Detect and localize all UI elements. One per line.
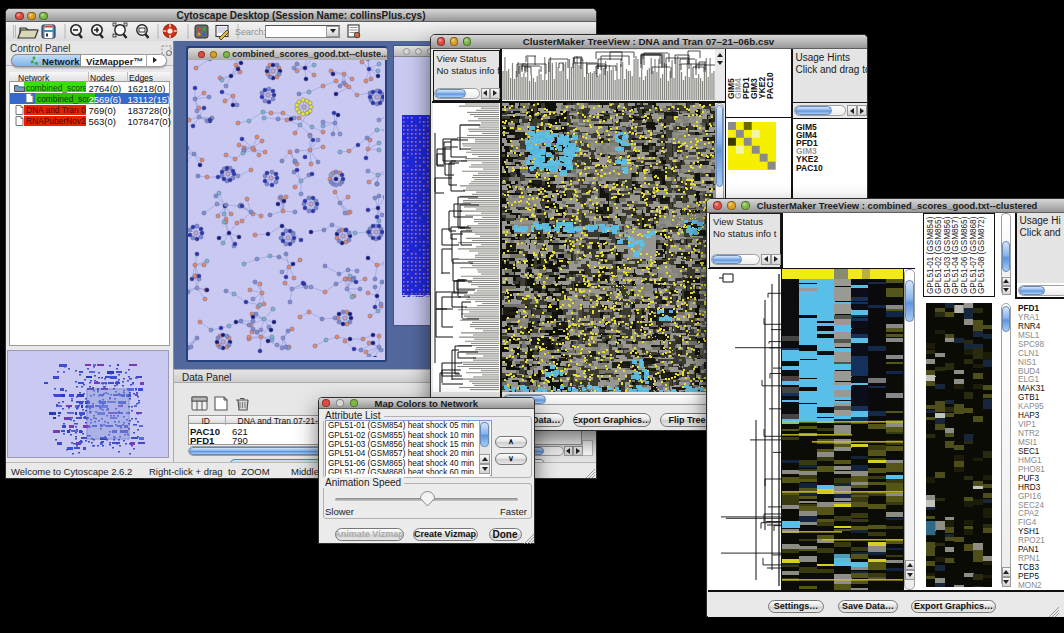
svg-text:ELG1: ELG1: [1018, 375, 1039, 384]
svg-text:GTB1: GTB1: [1018, 393, 1040, 402]
svg-text:NTR2: NTR2: [1018, 429, 1040, 438]
svg-text:PAC10: PAC10: [765, 72, 775, 99]
svg-text:MON2: MON2: [1018, 581, 1042, 590]
svg-text:YRA1: YRA1: [1018, 313, 1040, 322]
svg-text:PAC10: PAC10: [796, 162, 823, 172]
svg-text:VIP1: VIP1: [1018, 420, 1036, 429]
svg-text:SPC98: SPC98: [1018, 340, 1044, 349]
svg-text:GPI16: GPI16: [1018, 492, 1042, 501]
svg-text:BUD4: BUD4: [1018, 367, 1040, 376]
svg-text:TCB3: TCB3: [1018, 563, 1039, 572]
svg-text:PEP5: PEP5: [1018, 572, 1039, 581]
svg-text:HRD3: HRD3: [1018, 483, 1041, 492]
svg-text:PHO81: PHO81: [1018, 465, 1045, 474]
svg-text:HAP3: HAP3: [1018, 411, 1040, 420]
svg-text:RPN1: RPN1: [1018, 554, 1040, 563]
svg-text:RPO21: RPO21: [1018, 536, 1045, 545]
svg-text:CLN1: CLN1: [1018, 349, 1039, 358]
svg-text:YSH1: YSH1: [1018, 527, 1040, 536]
svg-text:FIG4: FIG4: [1018, 518, 1037, 527]
svg-text:SEC1: SEC1: [1018, 447, 1040, 456]
svg-text:RNR4: RNR4: [1018, 322, 1041, 331]
svg-text:HMG1: HMG1: [1018, 456, 1042, 465]
svg-text:PUF3: PUF3: [1018, 474, 1039, 483]
svg-text:GPL51-08 (GSM872): GPL51-08 (GSM872): [977, 216, 986, 294]
svg-text:PFD1: PFD1: [1018, 304, 1039, 313]
svg-text:PAN1: PAN1: [1018, 545, 1039, 554]
svg-text:NIS1: NIS1: [1018, 358, 1037, 367]
svg-text:MAK31: MAK31: [1018, 384, 1045, 393]
svg-text:KAP95: KAP95: [1018, 402, 1044, 411]
svg-text:MSI1: MSI1: [1018, 438, 1038, 447]
svg-text:CPA2: CPA2: [1018, 509, 1039, 518]
svg-text:MSL1: MSL1: [1018, 331, 1040, 340]
svg-text:SEC24: SEC24: [1018, 501, 1044, 510]
